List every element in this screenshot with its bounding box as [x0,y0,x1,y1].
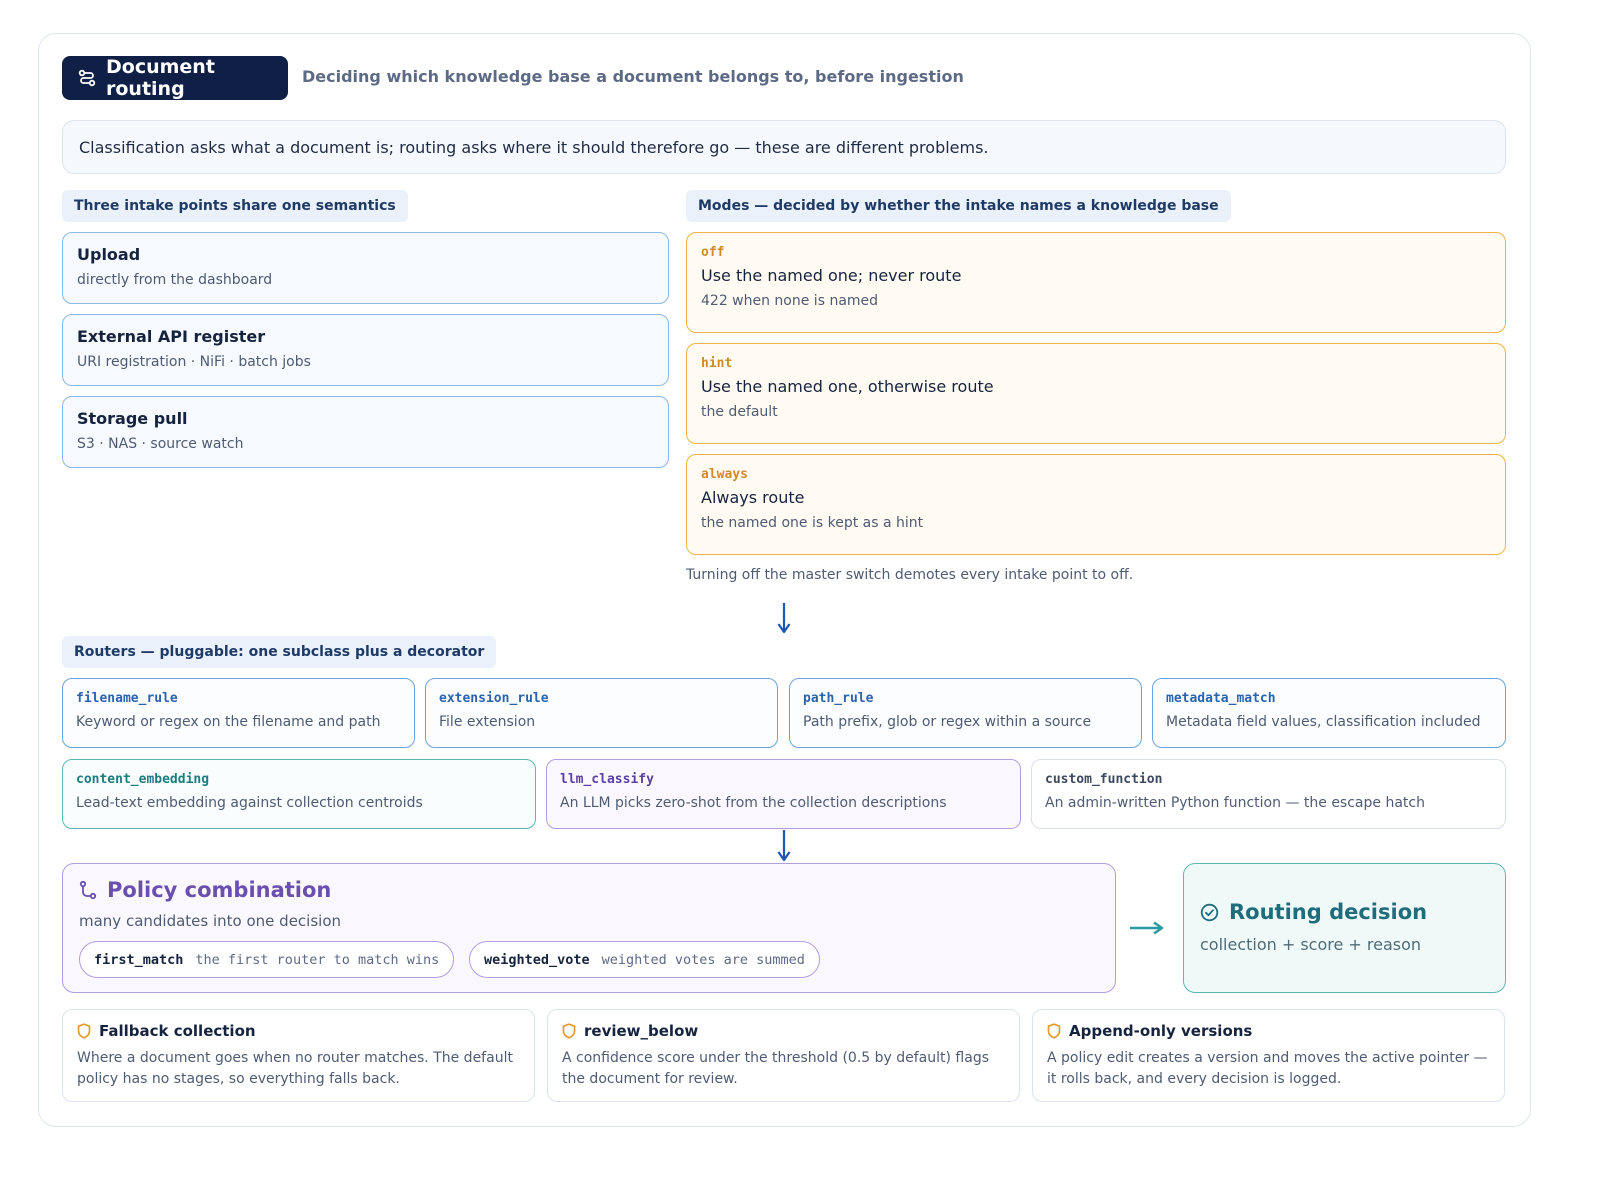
mode-card-off: off Use the named one; never route 422 w… [686,232,1506,333]
router-code: path_rule [803,691,874,706]
router-desc: An LLM picks zero-shot from the collecti… [560,795,947,811]
routers-section-label: Routers — pluggable: one subclass plus a… [62,636,497,668]
decision-subtitle: collection + score + reason [1200,935,1422,954]
router-code: metadata_match [1166,691,1276,706]
note-title-row: Fallback collection [77,1022,520,1040]
router-desc: Path prefix, glob or regex within a sour… [803,714,1092,730]
intake-desc: directly from the dashboard [77,272,273,288]
note-desc: A policy edit creates a version and move… [1047,1050,1488,1087]
policy-option-first-match: first_match the first router to match wi… [79,941,455,978]
note-desc: Where a document goes when no router mat… [77,1050,513,1087]
router-card-custom-function: custom_function An admin-written Python … [1031,759,1506,829]
mode-title: Always route [701,488,805,507]
mode-desc: 422 when none is named [701,293,879,309]
note-title-row: Append-only versions [1047,1022,1490,1040]
mode-code: hint [701,356,733,371]
router-code: extension_rule [439,691,549,706]
page-title-badge: Document routing [62,56,288,100]
note-title: Fallback collection [99,1022,256,1040]
router-code: filename_rule [76,691,178,706]
shield-icon [562,1023,576,1039]
note-title: Append-only versions [1069,1022,1253,1040]
note-card-append-only: Append-only versions A policy edit creat… [1032,1009,1505,1102]
router-card-extension-rule: extension_rule File extension [425,678,778,748]
note-title-row: review_below [562,1022,1005,1040]
router-card-filename-rule: filename_rule Keyword or regex on the fi… [62,678,415,748]
intake-card-external-api: External API register URI registration ·… [62,314,669,386]
policy-option-weighted-vote: weighted_vote weighted votes are summed [469,941,820,978]
mode-title: Use the named one; never route [701,266,962,285]
intake-title: Upload [77,245,141,264]
intake-card-upload: Upload directly from the dashboard [62,232,669,304]
mode-desc: the named one is kept as a hint [701,515,924,531]
note-title: review_below [584,1022,699,1040]
decision-title-row: Routing decision [1200,900,1427,924]
router-code: content_embedding [76,772,210,787]
mode-card-always: always Always route the named one is kep… [686,454,1506,555]
note-card-fallback: Fallback collection Where a document goe… [62,1009,535,1102]
note-card-review-below: review_below A confidence score under th… [547,1009,1020,1102]
mode-card-hint: hint Use the named one, otherwise route … [686,343,1506,444]
router-desc: Keyword or regex on the filename and pat… [76,714,381,730]
policy-title: Policy combination [107,878,332,902]
modes-section-label: Modes — decided by whether the intake na… [686,190,1231,222]
shield-icon [1047,1023,1061,1039]
arrow-down-icon [777,603,791,634]
intake-title: Storage pull [77,409,188,428]
mode-desc: the default [701,404,778,420]
note-desc: A confidence score under the threshold (… [562,1050,989,1087]
router-code: llm_classify [560,772,654,787]
mode-code: always [701,467,748,482]
decision-title: Routing decision [1229,900,1428,924]
policy-option-key: first_match [94,951,184,968]
router-desc: Metadata field values, classification in… [1166,714,1481,730]
check-circle-icon [1200,903,1219,921]
summary-text: Classification asks what a document is; … [79,137,989,157]
router-desc: File extension [439,714,536,730]
intake-desc: URI registration · NiFi · batch jobs [77,354,311,370]
modes-note: Turning off the master switch demotes ev… [686,567,1134,583]
intake-card-storage-pull: Storage pull S3 · NAS · source watch [62,396,669,468]
policy-subtitle: many candidates into one decision [79,912,342,930]
router-desc: Lead-text embedding against collection c… [76,795,423,811]
routing-decision-box [1183,863,1506,993]
intake-desc: S3 · NAS · source watch [77,436,244,452]
intake-title: External API register [77,327,266,346]
policy-option-key: weighted_vote [484,951,590,968]
arrow-down-icon [777,830,791,862]
route-icon [78,69,96,87]
router-card-content-embedding: content_embedding Lead-text embedding ag… [62,759,536,829]
page-subtitle: Deciding which knowledge base a document… [302,67,964,86]
mode-code: off [701,245,725,260]
intake-section-label: Three intake points share one semantics [62,190,408,222]
shield-icon [77,1023,91,1039]
policy-option-desc: the first router to match wins [195,951,440,968]
router-card-path-rule: path_rule Path prefix, glob or regex wit… [789,678,1142,748]
router-code: custom_function [1045,772,1163,787]
policy-title-row: Policy combination [79,878,331,902]
mode-title: Use the named one, otherwise route [701,377,994,396]
merge-icon [79,880,97,900]
page-title: Document routing [106,56,215,100]
summary-banner: Classification asks what a document is; … [62,120,1506,174]
policy-option-desc: weighted votes are summed [601,951,805,968]
arrow-right-icon [1130,921,1164,935]
router-card-llm-classify: llm_classify An LLM picks zero-shot from… [546,759,1021,829]
router-card-metadata-match: metadata_match Metadata field values, cl… [1152,678,1506,748]
router-desc: An admin-written Python function — the e… [1045,795,1425,811]
